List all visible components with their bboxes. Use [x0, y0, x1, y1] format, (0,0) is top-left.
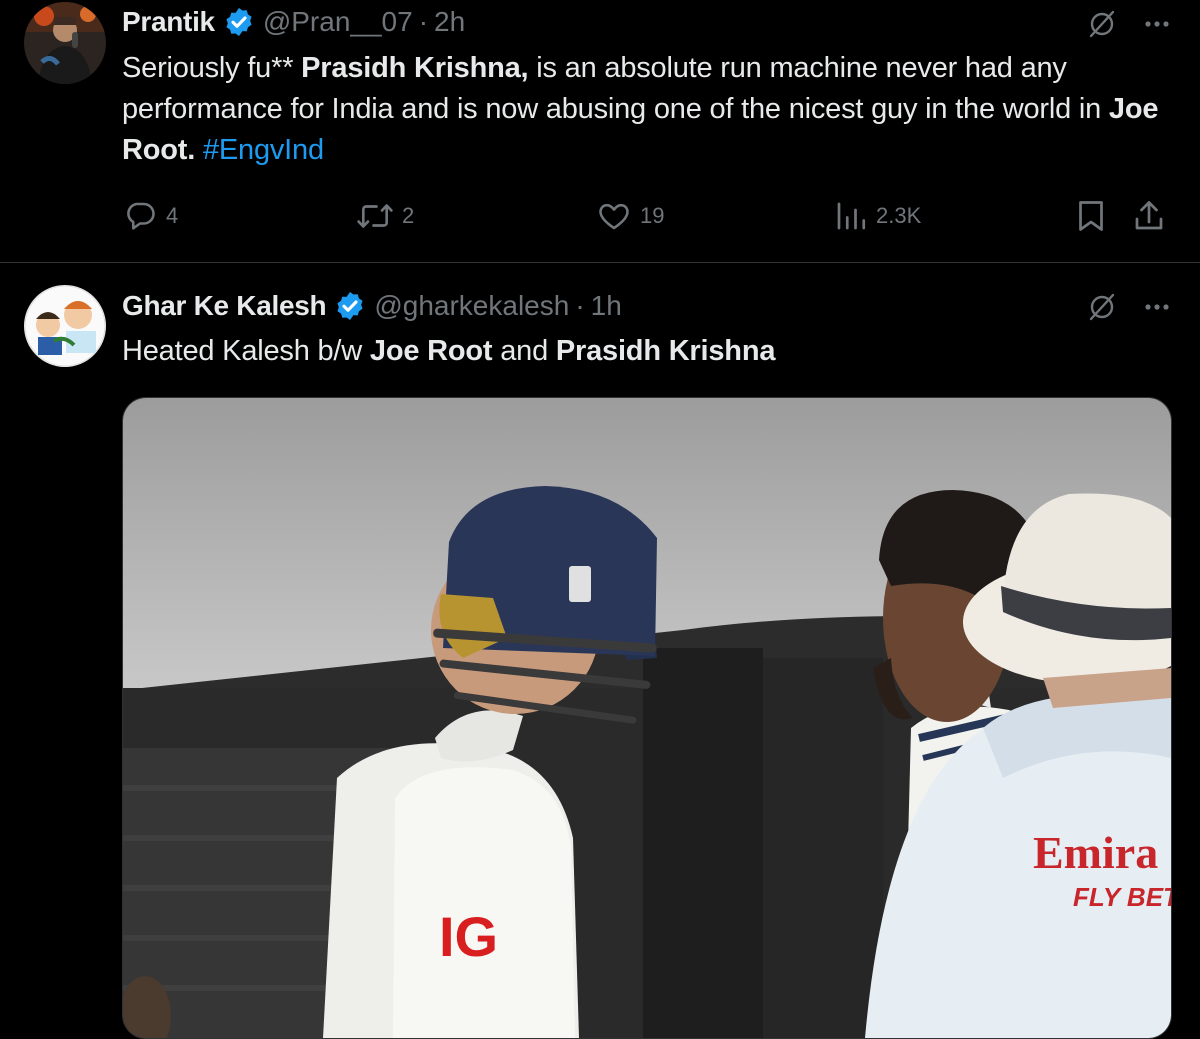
sponsor-text: Emira: [1033, 827, 1158, 878]
tweet-top-icons: [1086, 8, 1172, 40]
tweet-header: Ghar Ke Kalesh @gharkekalesh · 1h: [122, 288, 622, 324]
avatar[interactable]: [24, 2, 106, 84]
timestamp[interactable]: 1h: [591, 290, 622, 322]
verified-badge-icon: [337, 292, 363, 320]
views-icon: [837, 202, 866, 230]
text-part: Seriously fu**: [122, 52, 302, 84]
like-count: 19: [640, 203, 665, 228]
shirt-logo-text: IG: [439, 905, 498, 968]
verified-badge-icon: [226, 8, 252, 36]
reply-icon: [127, 202, 155, 230]
mention-prasidh: Prasidh Krishna: [555, 335, 776, 367]
tweet-video[interactable]: IG Emira FLY BET: [122, 397, 1172, 1039]
like-button[interactable]: 19: [596, 196, 664, 236]
more-icon[interactable]: [1142, 9, 1172, 39]
avatar[interactable]: [24, 285, 106, 367]
views-count: 2.3K: [876, 203, 922, 228]
author-handle[interactable]: @gharkekalesh: [374, 290, 569, 322]
author-handle[interactable]: @Pran__07: [263, 6, 413, 38]
tweet-prantik[interactable]: Prantik @Pran__07 · 2h Seriously fu** Pr…: [0, 0, 1200, 263]
mention-joe-root: Joe Root: [369, 335, 493, 367]
repost-count: 2: [402, 203, 415, 228]
timestamp[interactable]: 2h: [434, 6, 465, 38]
repost-icon: [357, 204, 393, 228]
tweet-actions: 4 2 19 2.3K: [122, 196, 1172, 236]
bookmark-icon: [1079, 201, 1103, 231]
separator-dot: ·: [575, 290, 585, 321]
author-name[interactable]: Prantik: [122, 6, 215, 38]
repost-button[interactable]: 2: [356, 196, 414, 236]
share-button[interactable]: [1132, 196, 1166, 236]
more-icon[interactable]: [1142, 292, 1172, 322]
video-frame: IG Emira FLY BET: [123, 398, 1171, 1038]
sponsor-subtext: FLY BET: [1073, 882, 1171, 912]
grok-icon[interactable]: [1086, 8, 1118, 40]
tweet-top-icons: [1086, 291, 1172, 323]
like-icon: [599, 203, 629, 230]
tweet-gharkekalesh[interactable]: Ghar Ke Kalesh @gharkekalesh · 1h Heated…: [0, 263, 1200, 1039]
views-button[interactable]: 2.3K: [834, 196, 921, 236]
reply-button[interactable]: 4: [122, 196, 178, 236]
share-icon: [1135, 201, 1163, 230]
reply-count: 4: [166, 203, 179, 228]
text-part: [195, 134, 203, 166]
tweet-text: Seriously fu** Prasidh Krishna, is an ab…: [122, 48, 1182, 171]
separator-dot: ·: [418, 6, 429, 37]
text-part: and: [492, 335, 556, 367]
author-name[interactable]: Ghar Ke Kalesh: [122, 290, 327, 322]
tweet-text: Heated Kalesh b/w Joe Root and Prasidh K…: [122, 331, 1182, 372]
text-part: Heated Kalesh b/w: [122, 335, 370, 367]
bookmark-button[interactable]: [1074, 196, 1108, 236]
hashtag-link[interactable]: #EngvInd: [203, 134, 324, 166]
tweet-header: Prantik @Pran__07 · 2h: [122, 4, 465, 40]
grok-icon[interactable]: [1086, 291, 1118, 323]
mention-prasidh: Prasidh Krishna,: [301, 52, 529, 84]
